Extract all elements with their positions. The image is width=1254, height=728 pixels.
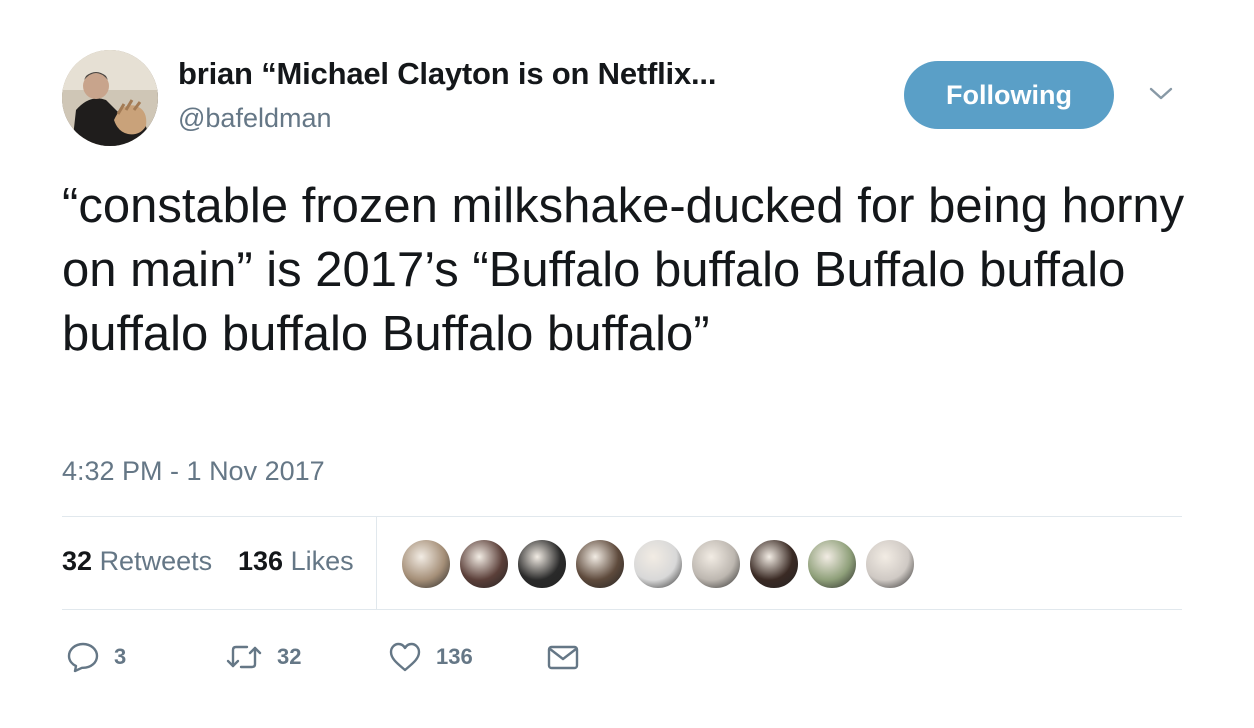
liker-avatar[interactable] [517,539,567,589]
divider [62,609,1182,610]
reply-icon [67,642,99,673]
liker-avatar[interactable] [691,539,741,589]
retweets-count: 32 [62,546,93,576]
tweet-timestamp[interactable]: 4:32 PM - 1 Nov 2017 [62,456,325,487]
likes-stat[interactable]: 136 Likes [238,546,354,577]
reply-button[interactable]: 3 [66,640,126,674]
stats-divider [376,517,377,609]
liker-avatar[interactable] [459,539,509,589]
author-handle[interactable]: @bafeldman [178,103,332,134]
avatar-photo [62,50,158,146]
author-display-name[interactable]: brian “Michael Clayton is on Netflix... [178,56,716,92]
chevron-down-icon[interactable] [1148,84,1174,104]
liker-avatar[interactable] [749,539,799,589]
following-button[interactable]: Following [904,61,1114,129]
liker-avatar[interactable] [633,539,683,589]
like-count: 136 [436,644,473,669]
liker-avatar[interactable] [865,539,915,589]
tweet-text: “constable frozen milkshake-ducked for b… [62,179,1185,361]
divider [62,516,1182,517]
retweet-count: 32 [277,644,302,669]
reply-count: 3 [114,644,127,669]
liker-avatar[interactable] [807,539,857,589]
retweet-button[interactable]: 32 [225,640,301,674]
likes-count: 136 [238,546,284,576]
retweets-label: Retweets [99,546,213,576]
author-avatar[interactable] [62,50,158,146]
heart-icon [389,642,421,672]
likes-label: Likes [290,546,354,576]
retweet-icon [226,645,262,669]
liker-avatar[interactable] [401,539,451,589]
liker-avatar[interactable] [575,539,625,589]
like-button[interactable]: 136 [388,640,473,674]
direct-message-button[interactable] [546,640,580,674]
envelope-icon [547,645,579,670]
retweets-stat[interactable]: 32 Retweets [62,546,212,577]
